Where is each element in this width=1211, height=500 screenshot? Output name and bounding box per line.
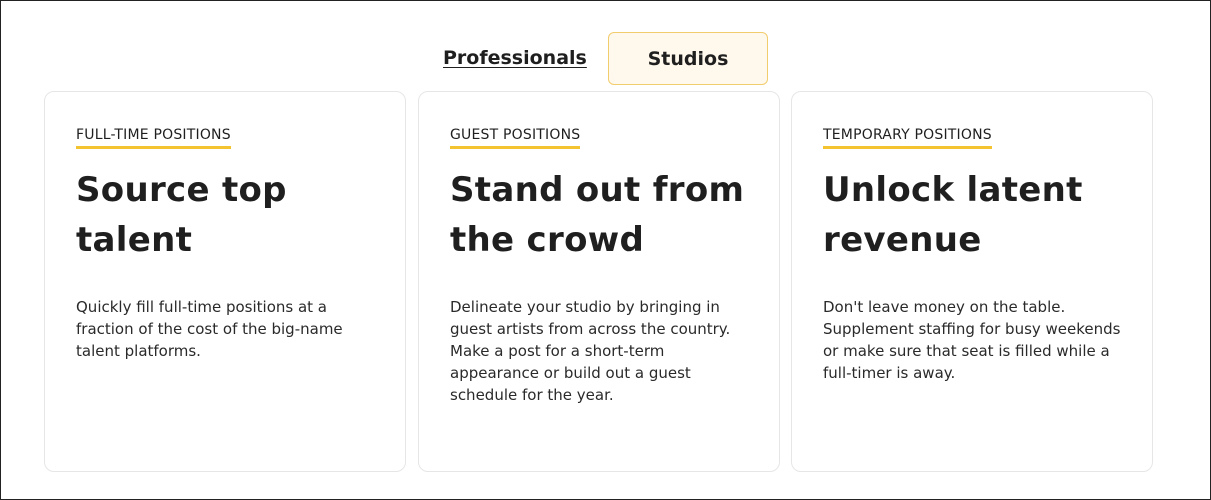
- card-body: Quickly fill full-time positions at a fr…: [76, 298, 343, 360]
- card-heading: Source top talent: [76, 165, 375, 265]
- card-full-time: FULL-TIME POSITIONS Source top talent Qu…: [44, 91, 406, 472]
- card-eyebrow: TEMPORARY POSITIONS: [823, 127, 992, 149]
- card-heading-line: Stand out from: [450, 170, 745, 210]
- tab-professionals[interactable]: Professionals: [443, 47, 587, 69]
- card-body: Delineate your studio by bringing in gue…: [450, 298, 731, 404]
- tab-studios[interactable]: Studios: [608, 32, 768, 85]
- tab-studios-label: Studios: [647, 47, 729, 70]
- page-frame: Professionals Studios FULL-TIME POSITION…: [0, 0, 1211, 500]
- card-body: Don't leave money on the table. Suppleme…: [823, 298, 1121, 382]
- card-heading-line: Source top: [76, 170, 287, 210]
- card-heading-line: talent: [76, 220, 193, 260]
- card-temporary: TEMPORARY POSITIONS Unlock latent revenu…: [791, 91, 1153, 472]
- card-heading-line: revenue: [823, 220, 982, 260]
- card-heading-line: the crowd: [450, 220, 645, 260]
- card-heading: Unlock latent revenue: [823, 165, 1122, 265]
- card-heading-line: Unlock latent: [823, 170, 1083, 210]
- card-eyebrow: GUEST POSITIONS: [450, 127, 581, 149]
- card-heading: Stand out from the crowd: [450, 165, 749, 265]
- card-guest: GUEST POSITIONS Stand out from the crowd…: [418, 91, 780, 472]
- card-eyebrow: FULL-TIME POSITIONS: [76, 127, 231, 149]
